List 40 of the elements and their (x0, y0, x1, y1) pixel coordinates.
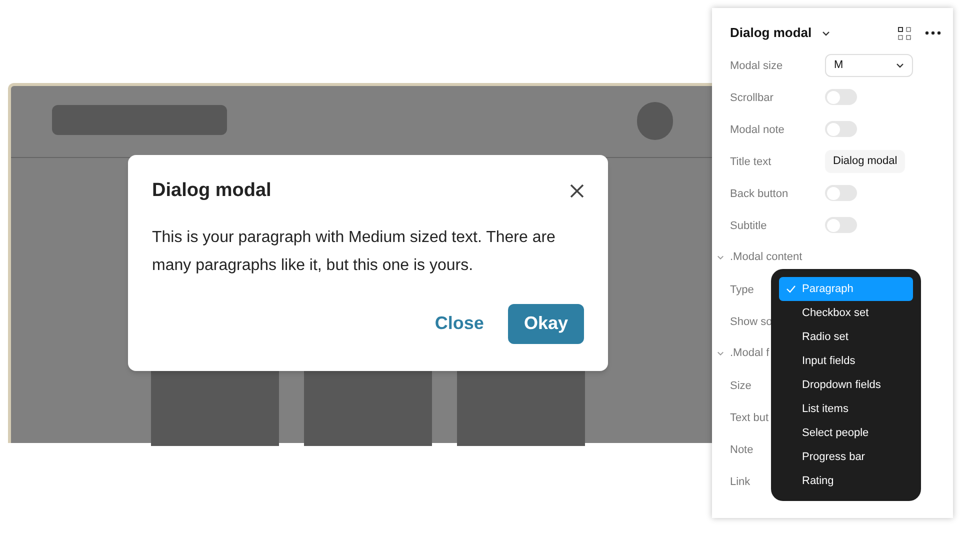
toggle-switch[interactable] (825, 121, 857, 137)
menu-item[interactable]: Checkbox set (779, 301, 913, 325)
property-label: Link (730, 476, 750, 488)
property-label: Scrollbar (730, 92, 774, 104)
property-label: Modal note (730, 124, 784, 136)
size-select[interactable]: M (825, 54, 913, 76)
property-label: Size (730, 380, 752, 392)
dialog-paragraph: This is your paragraph with Medium sized text. There are many paragraphs like it, but this one is yours. (152, 228, 556, 276)
chevron-down-icon[interactable] (717, 254, 724, 260)
menu-item[interactable]: Radio set (779, 325, 913, 349)
property-label: Title text (730, 156, 772, 168)
chevron-down-icon (896, 62, 904, 68)
component-grid-icon[interactable] (898, 26, 911, 40)
property-label: Note (730, 444, 754, 456)
toggle-switch[interactable] (825, 217, 857, 233)
close-icon[interactable] (570, 184, 584, 198)
dialog-title: Dialog modal (152, 179, 272, 203)
title-text-field[interactable]: Dialog modal (825, 150, 906, 172)
toggle-switch[interactable] (825, 89, 857, 105)
more-options-icon[interactable] (925, 31, 941, 35)
section-label: .Modal f (730, 346, 770, 361)
menu-item[interactable]: Progress bar (779, 445, 913, 469)
property-label: Modal size (730, 60, 783, 72)
menu-item[interactable]: Input fields (779, 349, 913, 373)
chevron-down-icon (822, 30, 830, 36)
property-label: Subtitle (730, 220, 767, 232)
property-label: Type (730, 284, 754, 296)
property-label: Back button (730, 188, 788, 200)
menu-item[interactable]: Dropdown fields (779, 373, 913, 397)
panel-title: Dialog modal (730, 24, 812, 42)
checkmark-icon (786, 285, 796, 293)
close-button[interactable]: Close (434, 310, 484, 337)
menu-item[interactable]: Rating (779, 469, 913, 493)
menu-item[interactable]: List items (779, 397, 913, 421)
section-label: .Modal content (730, 250, 802, 265)
property-label: Text but (730, 412, 769, 424)
okay-button[interactable]: Okay (508, 304, 584, 344)
menu-item[interactable]: Select people (779, 421, 913, 445)
toggle-switch[interactable] (825, 185, 857, 201)
chevron-down-icon[interactable] (717, 350, 724, 356)
